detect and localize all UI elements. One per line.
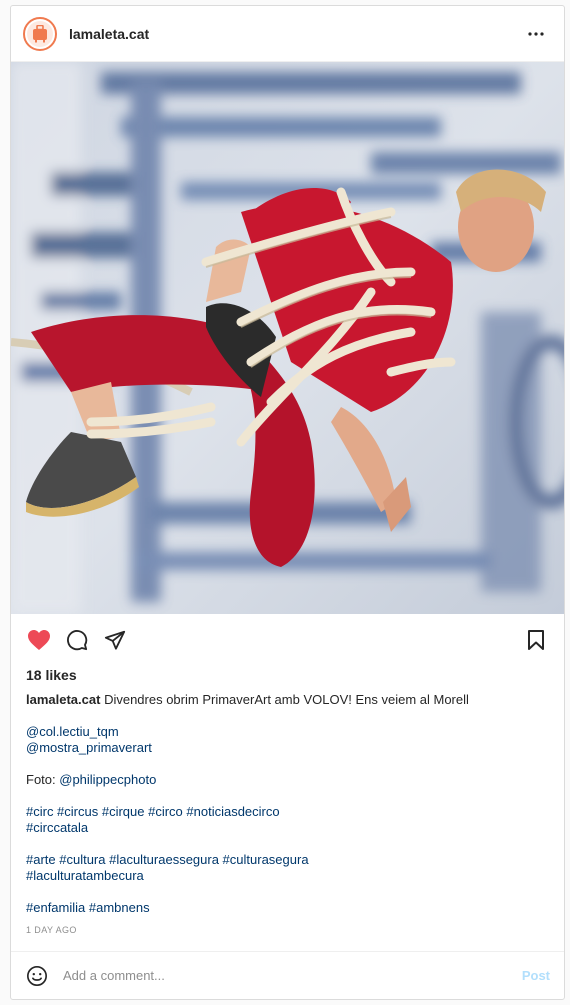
hashtag-links[interactable]: #circcatala [26, 820, 88, 835]
caption-author[interactable]: lamaleta.cat [26, 692, 100, 707]
hashtag-links[interactable]: #circ #circus #cirque #circo #noticiasde… [26, 804, 280, 819]
paper-plane-icon[interactable] [103, 628, 127, 652]
avatar[interactable] [23, 16, 57, 51]
post-photo[interactable] [11, 62, 564, 614]
post-username[interactable]: lamaleta.cat [69, 26, 524, 42]
post-caption: lamaleta.cat Divendres obrim PrimaverArt… [11, 692, 564, 916]
mention-link[interactable]: @philippecphoto [59, 772, 156, 787]
caption-gap [26, 756, 549, 772]
comment-input[interactable] [63, 968, 522, 983]
hashtag-links[interactable]: #laculturatambecura [26, 868, 144, 883]
caption-gap [26, 836, 549, 852]
caption-first-line: lamaleta.cat Divendres obrim PrimaverArt… [26, 692, 549, 708]
likes-count[interactable]: 18 likes [11, 666, 564, 686]
hashtag-links[interactable]: #arte #cultura #laculturaessegura #cultu… [26, 852, 309, 867]
bookmark-icon[interactable] [524, 628, 548, 652]
instagram-post-card: lamaleta.cat 18 likes lamaleta.cat Diven… [10, 5, 565, 1000]
heart-filled-icon[interactable] [27, 628, 51, 652]
hashtag-links[interactable]: #enfamilia #ambnens [26, 900, 150, 915]
photo-credit-label: Foto: [26, 772, 56, 787]
post-actions [11, 614, 564, 666]
comment-bubble-icon[interactable] [65, 628, 89, 652]
post-header: lamaleta.cat [11, 6, 564, 62]
smiley-icon[interactable] [25, 964, 49, 988]
mention-link[interactable]: @mostra_primaverart [26, 740, 152, 755]
suitcase-logo-icon [27, 20, 53, 47]
caption-text: Divendres obrim PrimaverArt amb VOLOV! E… [104, 692, 469, 707]
caption-gap [26, 788, 549, 804]
caption-gap [26, 884, 549, 900]
post-timestamp[interactable]: 1 day ago [11, 925, 564, 935]
post-comment-button[interactable]: Post [522, 968, 550, 983]
more-dots-icon[interactable] [524, 22, 548, 46]
photo-credit-line: Foto: @philippecphoto [26, 772, 549, 788]
caption-gap [26, 708, 549, 724]
mention-link[interactable]: @col.lectiu_tqm [26, 724, 119, 739]
comment-bar: Post [11, 951, 564, 999]
